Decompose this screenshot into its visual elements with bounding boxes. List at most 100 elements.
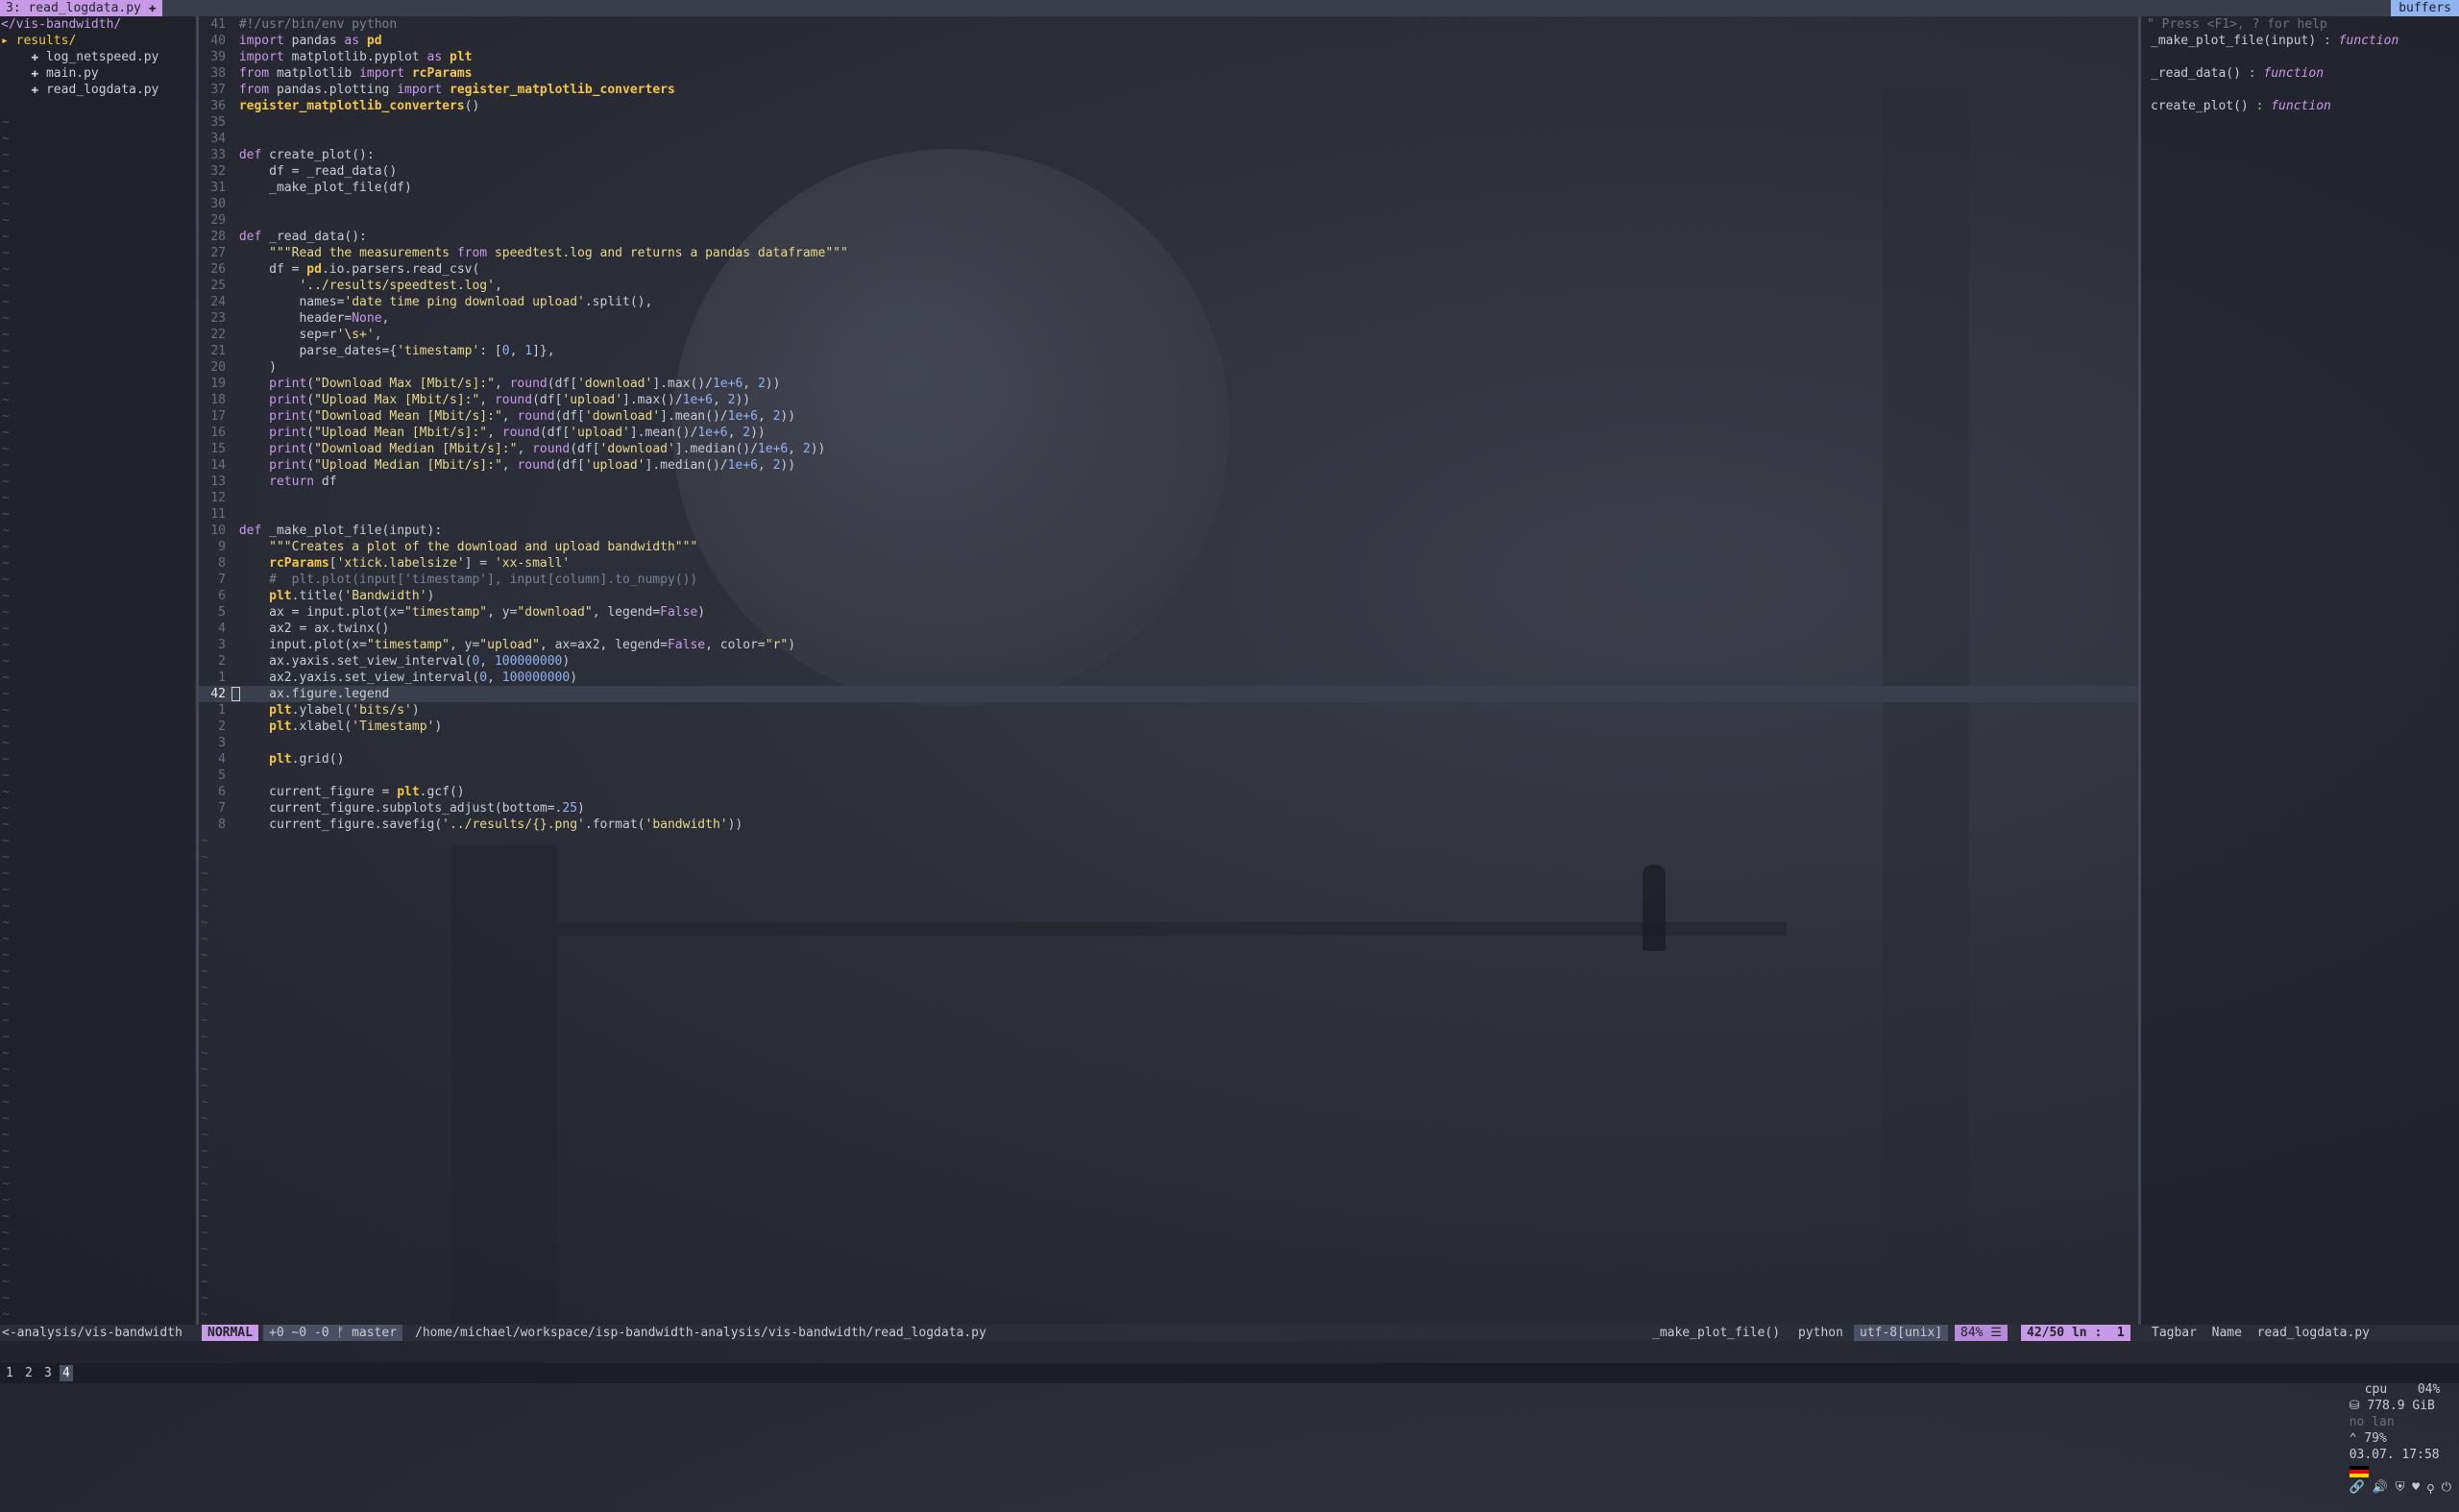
code-line[interactable]: 6 current_figure = plt.gcf() (199, 784, 2137, 800)
tab-read-logdata[interactable]: 3: read_logdata.py ✚ (0, 0, 162, 16)
code-line[interactable]: 1 ax2.yaxis.set_view_interval(0, 1000000… (199, 670, 2137, 686)
cursor-position: 42/50 ln : 1 (2021, 1325, 2130, 1341)
empty-line-tilde: ~ (201, 1307, 208, 1322)
code-line[interactable]: 31 _make_plot_file(df) (199, 180, 2137, 196)
line-number: 7 (218, 573, 226, 587)
tag-item-read-data[interactable]: _read_data() : function (2141, 65, 2459, 82)
code-text: """Creates a plot of the download and up… (269, 540, 698, 554)
workspace-3[interactable]: 3 (44, 1365, 52, 1381)
code-line[interactable]: 32 df = _read_data() (199, 163, 2137, 180)
code-line[interactable]: 12 (199, 490, 2137, 506)
code-text: """Read the measurements from speedtest.… (269, 246, 848, 260)
tree-item-results[interactable]: ▸ results/ (0, 33, 195, 49)
vim-tabline: 3: read_logdata.py ✚ buffers (0, 0, 2459, 16)
code-buffer[interactable]: 41 #!/usr/bin/env python 40 import pandas… (199, 16, 2137, 833)
tray-icons[interactable]: 🔗 🔊 ⛨ ♥ ⚲ ⏻ (2349, 1480, 2451, 1495)
file-tree-pane[interactable]: </vis-bandwidth/ ▸ results/ ✚ log_netspe… (0, 16, 195, 1325)
code-line[interactable]: 10 def _make_plot_file(input): (199, 523, 2137, 539)
code-line[interactable]: 7 # plt.plot(input['timestamp'], input[c… (199, 572, 2137, 588)
code-text: df = pd.io.parsers.read_csv( (231, 262, 480, 277)
code-line[interactable]: 41 #!/usr/bin/env python (199, 16, 2137, 33)
code-line[interactable]: 35 (199, 114, 2137, 131)
code-line[interactable]: 5 ax = input.plot(x="timestamp", y="down… (199, 604, 2137, 621)
code-line[interactable]: 38 from matplotlib import rcParams (199, 65, 2137, 82)
code-line[interactable]: 8 current_figure.savefig('../results/{}.… (199, 817, 2137, 833)
tagbar-pane[interactable]: " Press <F1>, ? for help _make_plot_file… (2141, 16, 2459, 1325)
empty-line-tilde: ~ (2, 475, 10, 489)
code-line[interactable]: 27 """Read the measurements from speedte… (199, 245, 2137, 261)
line-number: 38 (210, 66, 226, 81)
keyboard-layout-flag-icon[interactable] (2349, 1465, 2369, 1477)
code-text: _make_plot_file(df) (231, 181, 412, 195)
line-number: 15 (210, 442, 226, 456)
code-line[interactable]: 3 input.plot(x="timestamp", y="upload", … (199, 637, 2137, 653)
buffers-label[interactable]: buffers (2391, 0, 2459, 16)
code-line[interactable]: 30 (199, 196, 2137, 212)
code-text: plt.grid() (269, 752, 345, 767)
empty-line-tilde: ~ (2, 801, 10, 816)
empty-line-tilde: ~ (2, 1144, 10, 1158)
code-line[interactable]: 7 current_figure.subplots_adjust(bottom=… (199, 800, 2137, 817)
code-line[interactable]: 33 def create_plot(): (199, 147, 2137, 163)
code-line[interactable]: 14 print("Upload Median [Mbit/s]:", roun… (199, 457, 2137, 474)
tree-root[interactable]: </vis-bandwidth/ (0, 16, 195, 33)
code-line[interactable]: 2 ax.yaxis.set_view_interval(0, 10000000… (199, 653, 2137, 670)
tree-item-read-logdata[interactable]: ✚ read_logdata.py (0, 82, 195, 98)
empty-line-tilde: ~ (201, 883, 208, 897)
code-line[interactable]: 28 def _read_data(): (199, 229, 2137, 245)
code-line[interactable]: 1 plt.ylabel('bits/s') (199, 702, 2137, 719)
line-number: 36 (210, 99, 226, 113)
workspace-2[interactable]: 2 (25, 1365, 33, 1381)
code-line[interactable]: 18 print("Upload Max [Mbit/s]:", round(d… (199, 392, 2137, 408)
code-line[interactable]: 4 plt.grid() (199, 751, 2137, 768)
code-line[interactable]: 25 '../results/speedtest.log', (199, 278, 2137, 294)
tree-item-main[interactable]: ✚ main.py (0, 65, 195, 82)
line-number: 4 (218, 752, 226, 767)
empty-line-tilde: ~ (2, 1242, 10, 1256)
code-line[interactable]: 40 import pandas as pd (199, 33, 2137, 49)
code-line[interactable]: 4 ax2 = ax.twinx() (199, 621, 2137, 637)
empty-line-tilde: ~ (2, 524, 10, 538)
code-line[interactable]: 22 sep=r'\s+', (199, 327, 2137, 343)
empty-line-tilde: ~ (2, 899, 10, 914)
code-line[interactable]: 6 plt.title('Bandwidth') (199, 588, 2137, 604)
code-line[interactable]: 9 """Creates a plot of the download and … (199, 539, 2137, 555)
scroll-percent: 84% ☰ (1955, 1325, 2008, 1341)
code-line[interactable]: 39 import matplotlib.pyplot as plt (199, 49, 2137, 65)
empty-line-tilde: ~ (2, 1046, 10, 1061)
line-number: 23 (210, 311, 226, 326)
code-line[interactable]: 5 (199, 768, 2137, 784)
code-line[interactable]: 29 (199, 212, 2137, 229)
code-line[interactable]: 17 print("Download Mean [Mbit/s]:", roun… (199, 408, 2137, 425)
code-line[interactable]: 3 (199, 735, 2137, 751)
code-line[interactable]: 13 return df (199, 474, 2137, 490)
code-line[interactable]: 37 from pandas.plotting import register_… (199, 82, 2137, 98)
code-line[interactable]: 15 print("Download Median [Mbit/s]:", ro… (199, 441, 2137, 457)
editor-pane[interactable]: 41 #!/usr/bin/env python 40 import pandas… (199, 16, 2137, 1325)
wifi-status: ⌃ 79% (2349, 1431, 2387, 1446)
tag-item-make-plot-file[interactable]: _make_plot_file(input) : function (2141, 33, 2459, 49)
code-line[interactable]: 2 plt.xlabel('Timestamp') (199, 719, 2137, 735)
code-line[interactable]: 19 print("Download Max [Mbit/s]:", round… (199, 376, 2137, 392)
code-line[interactable]: 26 df = pd.io.parsers.read_csv( (199, 261, 2137, 278)
code-text: print("Download Max [Mbit/s]:", round(df… (269, 377, 781, 391)
code-line[interactable]: 34 (199, 131, 2137, 147)
code-line[interactable]: 20 ) (199, 359, 2137, 376)
code-line[interactable]: 8 rcParams['xtick.labelsize'] = 'xx-smal… (199, 555, 2137, 572)
code-line[interactable]: 23 header=None, (199, 310, 2137, 327)
tree-item-log-netspeed[interactable]: ✚ log_netspeed.py (0, 49, 195, 65)
code-line[interactable]: 16 print("Upload Mean [Mbit/s]:", round(… (199, 425, 2137, 441)
code-text: import matplotlib.pyplot as plt (238, 50, 473, 64)
tag-item-create-plot[interactable]: create_plot() : function (2141, 98, 2459, 114)
code-line[interactable]: 24 names='date time ping download upload… (199, 294, 2137, 310)
code-text: def _read_data(): (238, 230, 367, 244)
workspace-1[interactable]: 1 (6, 1365, 13, 1381)
empty-line-tilde: ~ (2, 605, 10, 620)
workspace-4[interactable]: 4 (60, 1365, 73, 1381)
code-line[interactable]: 21 parse_dates={'timestamp': [0, 1]}, (199, 343, 2137, 359)
code-line[interactable]: 11 (199, 506, 2137, 523)
empty-line-tilde: ~ (201, 1291, 208, 1305)
code-line[interactable]: 36 register_matplotlib_converters() (199, 98, 2137, 114)
current-code-line[interactable]: 42 ax.figure.legend (199, 686, 2137, 702)
